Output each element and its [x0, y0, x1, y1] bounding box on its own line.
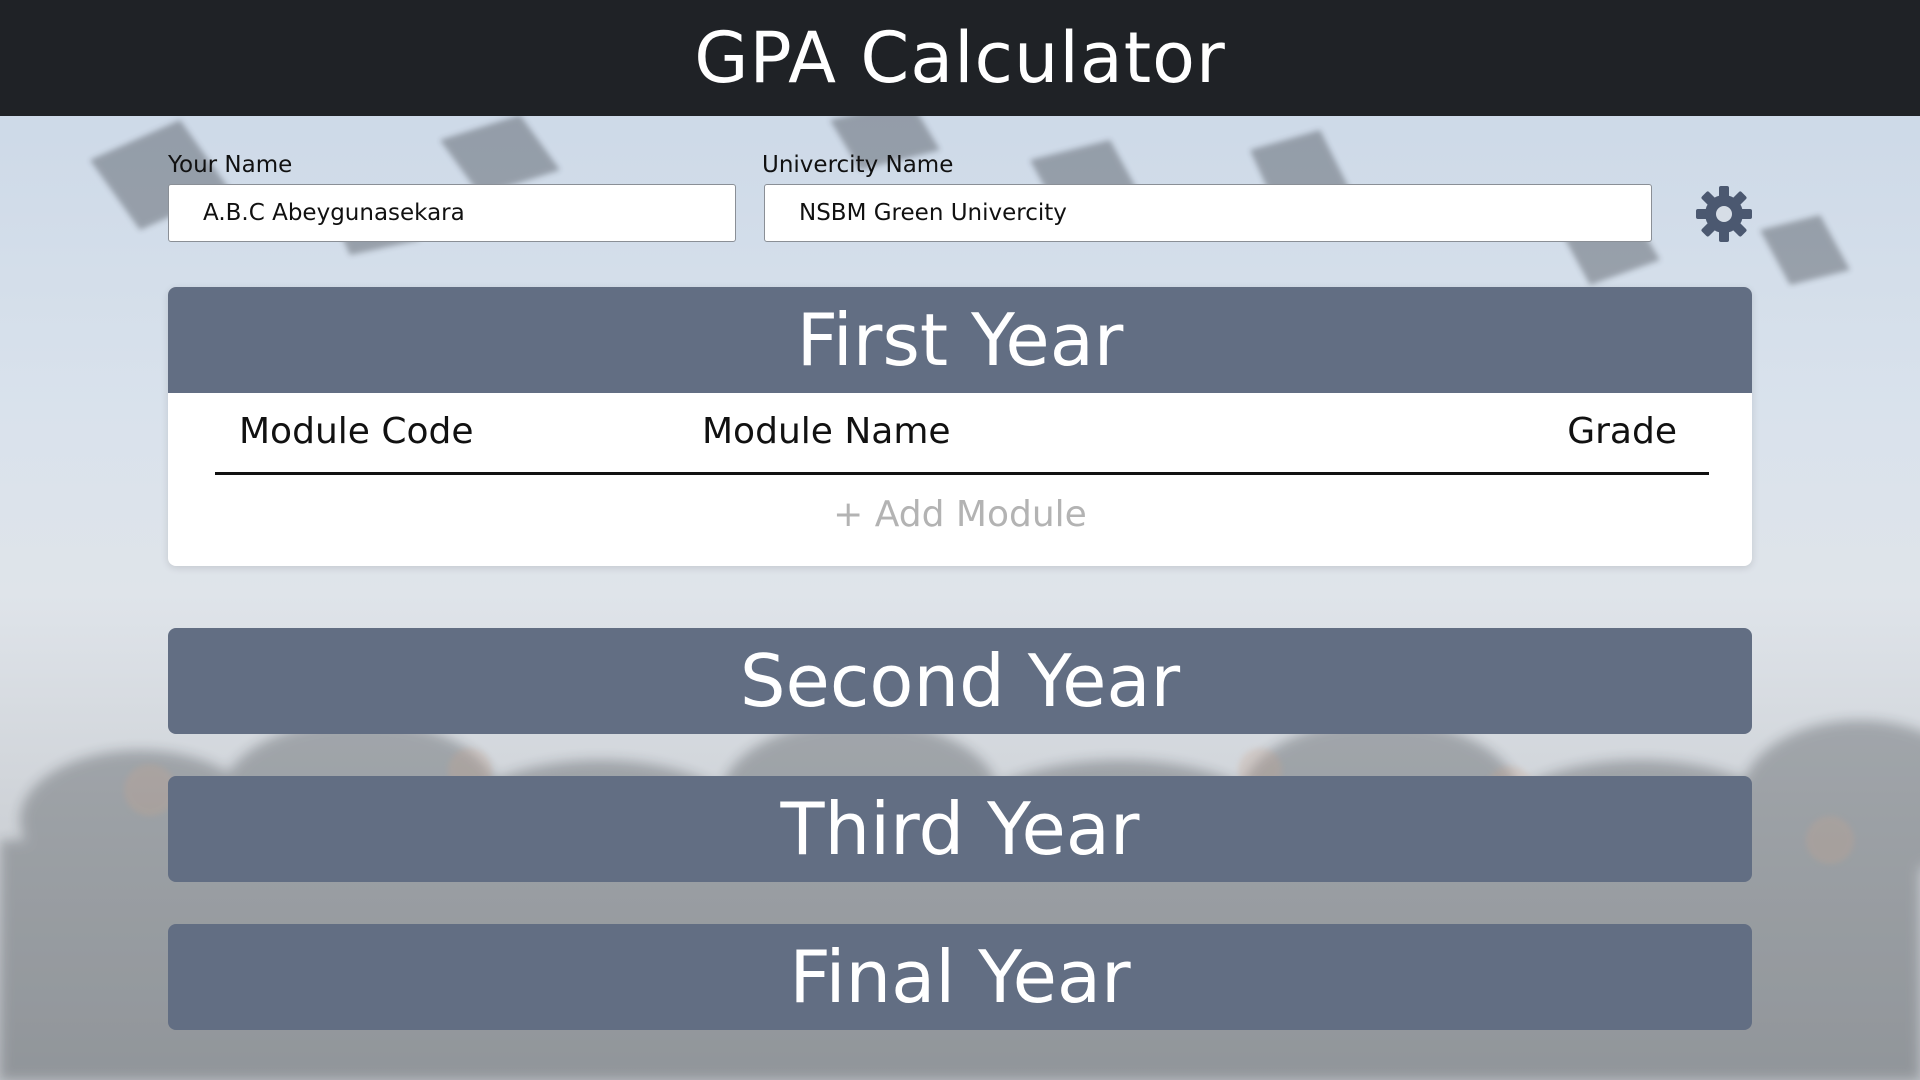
gear-icon[interactable]: [1694, 184, 1754, 244]
module-code-column-header: Module Code: [239, 411, 474, 452]
grade-column-header: Grade: [1567, 411, 1677, 452]
gpa-calculator-page: GPA Calculator Your Name Univercity Name…: [0, 0, 1920, 1080]
second-year-header[interactable]: Second Year: [168, 628, 1752, 734]
app-title: GPA Calculator: [694, 17, 1226, 99]
first-year-card: First Year Module Code Module Name Grade…: [168, 287, 1752, 566]
app-header: GPA Calculator: [0, 0, 1920, 116]
your-name-label: Your Name: [168, 152, 293, 178]
university-name-label: Univercity Name: [762, 152, 954, 178]
first-year-header[interactable]: First Year: [168, 287, 1752, 393]
add-module-button[interactable]: + Add Module: [168, 494, 1752, 535]
final-year-header[interactable]: Final Year: [168, 924, 1752, 1030]
module-table-header: Module Code Module Name Grade: [168, 393, 1752, 461]
module-name-column-header: Module Name: [702, 411, 951, 452]
your-name-input[interactable]: [168, 184, 736, 242]
third-year-header[interactable]: Third Year: [168, 776, 1752, 882]
university-name-input[interactable]: [764, 184, 1652, 242]
table-divider: [215, 472, 1709, 475]
